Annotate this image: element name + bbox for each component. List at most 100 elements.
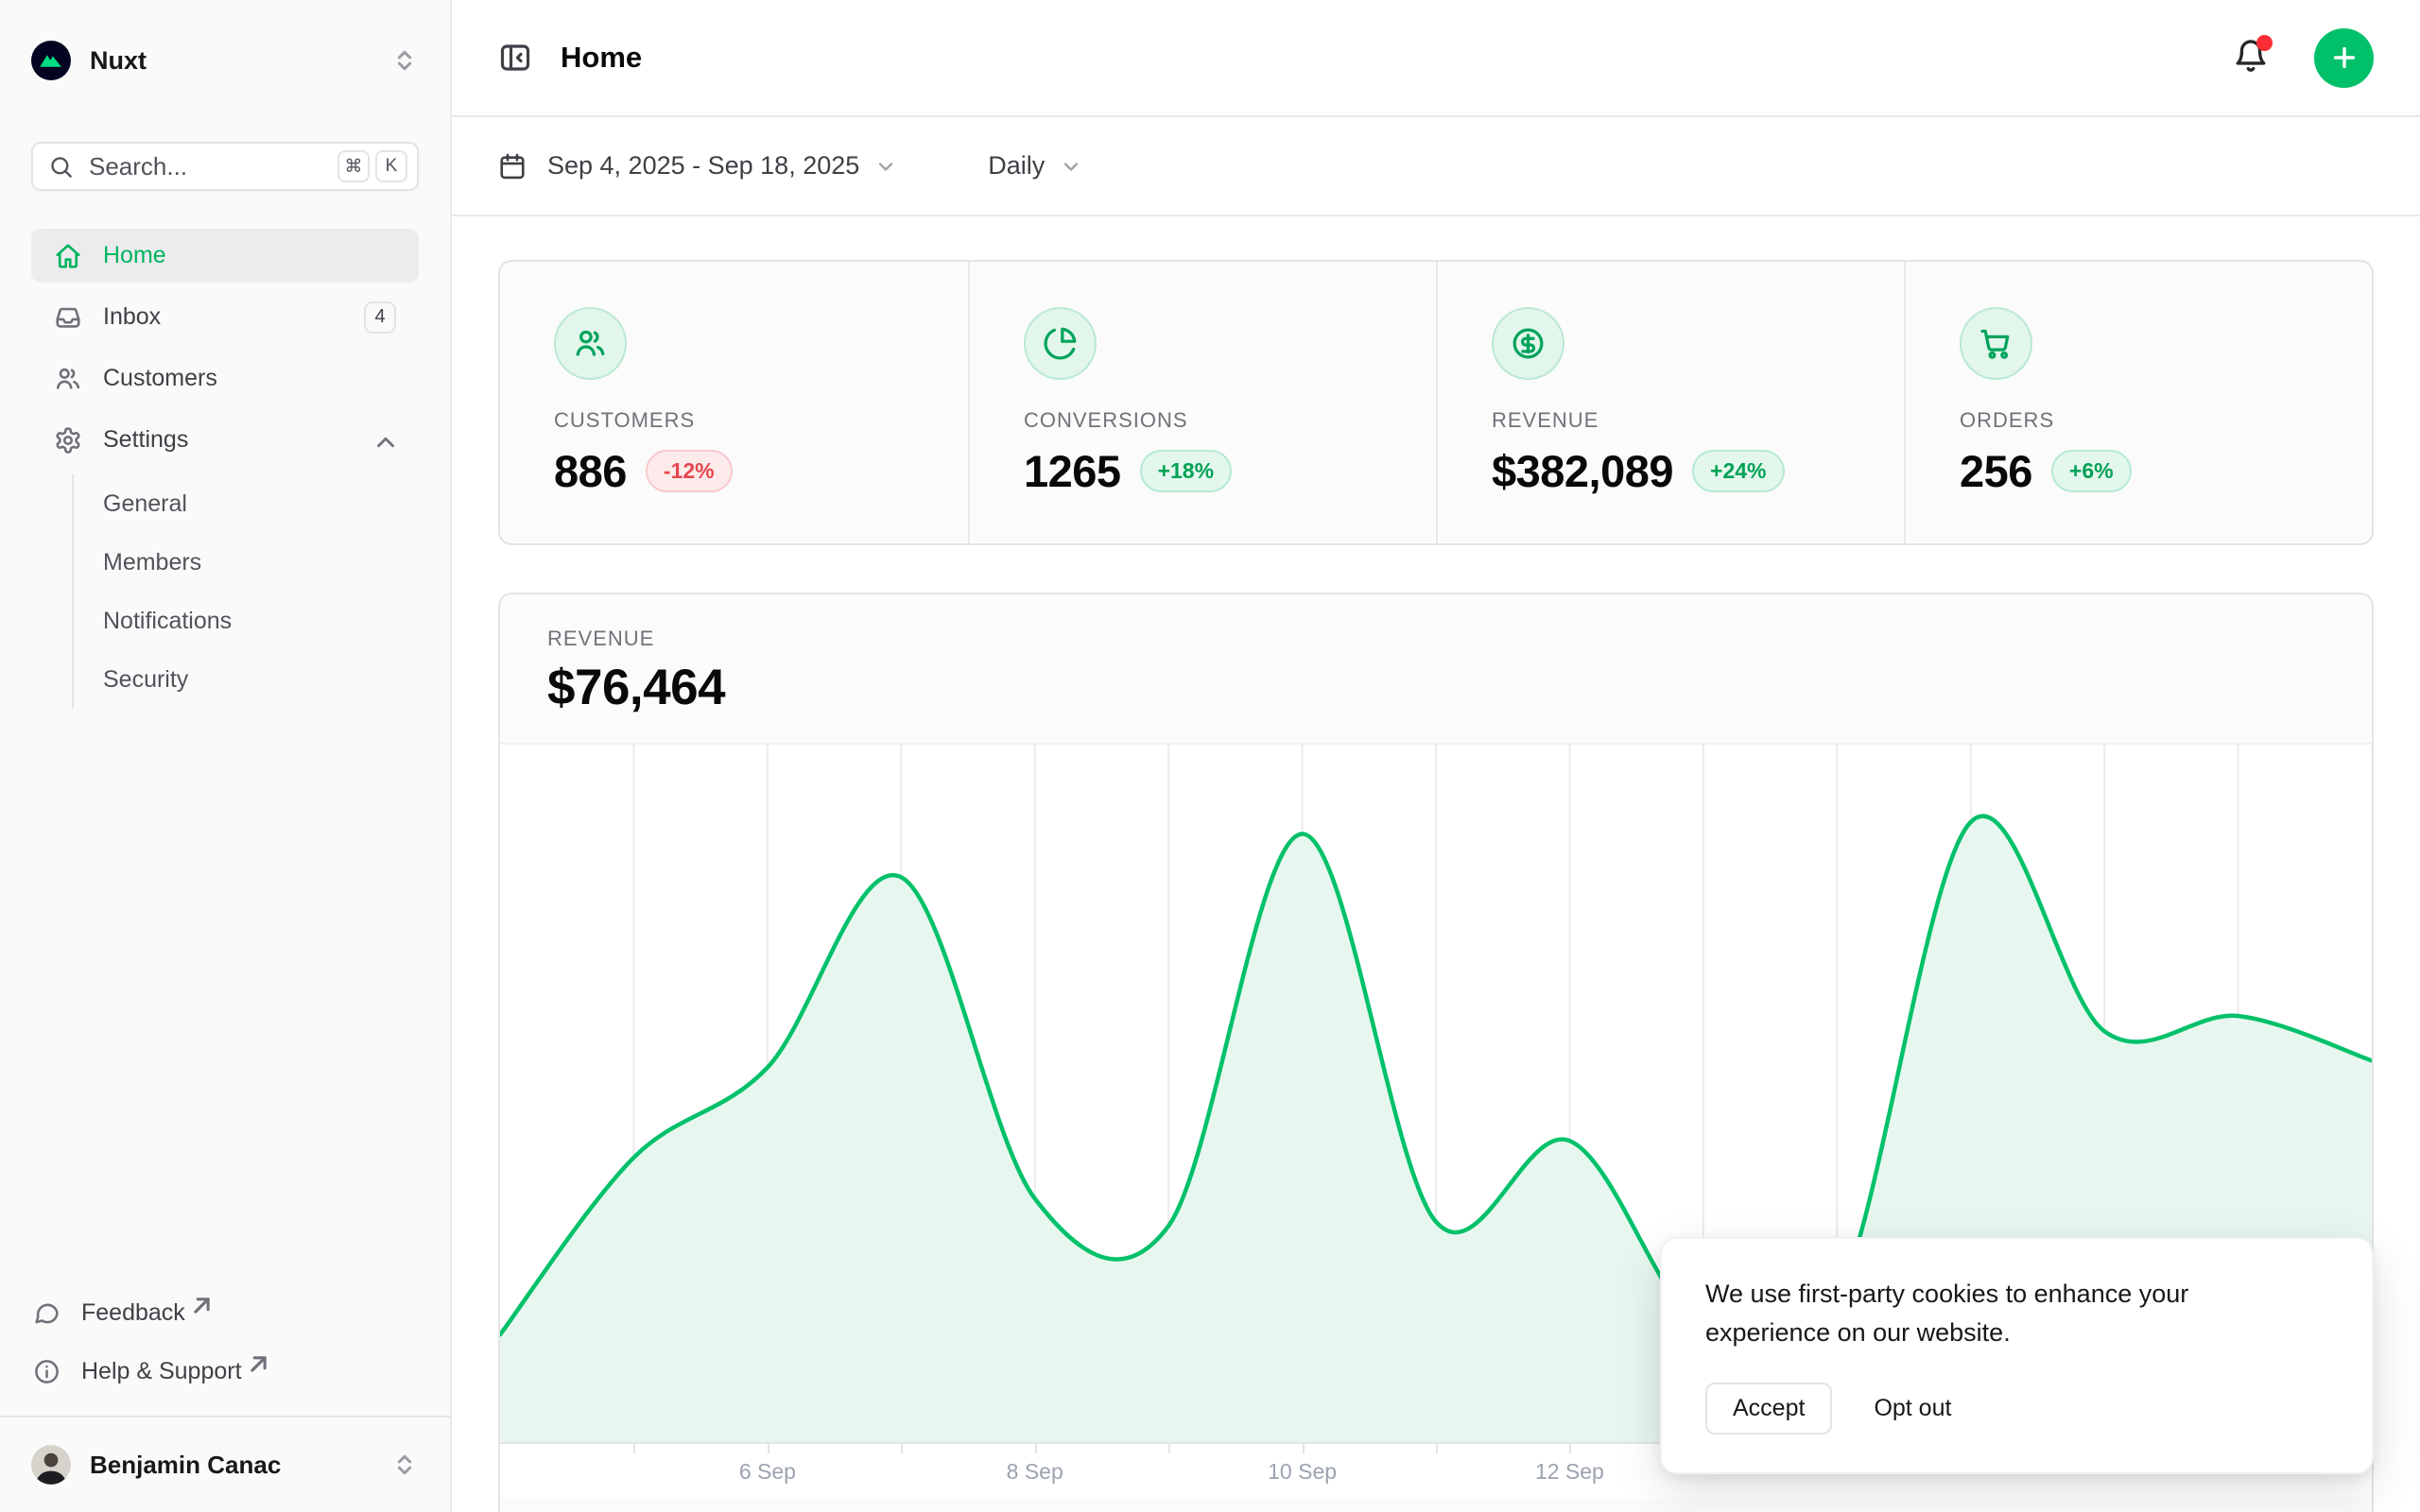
stat-delta-badge: +24% [1692, 450, 1784, 492]
stat-label: CUSTOMERS [554, 408, 968, 433]
notification-dot [2256, 35, 2273, 51]
sidebar-item-notifications[interactable]: Notifications [103, 592, 419, 650]
sidebar-item-label: Inbox [103, 303, 364, 331]
sidebar-item-label: Settings [103, 426, 372, 454]
page-header: Home [452, 0, 2420, 117]
sidebar-item-label: Home [103, 242, 396, 269]
inbox-count-badge: 4 [364, 301, 396, 334]
inbox-icon [54, 303, 82, 332]
stats-row: CUSTOMERS 886 -12% CONVERSIONS 1265 +18% [498, 260, 2374, 545]
feedback-link[interactable]: Feedback [31, 1283, 419, 1342]
team-switcher[interactable]: Nuxt [31, 21, 419, 100]
users-icon [54, 365, 82, 393]
calendar-icon [498, 152, 527, 180]
sidebar-item-general[interactable]: General [103, 474, 419, 533]
chevron-up-icon [372, 428, 396, 453]
stat-value: 1265 [1024, 445, 1121, 497]
search-icon [48, 154, 74, 180]
x-axis-tick [1436, 1443, 1438, 1453]
brand-name: Nuxt [90, 46, 390, 76]
message-bubble-icon [33, 1299, 60, 1327]
sidebar-nav: Home Inbox 4 Customers Settings General [31, 229, 419, 714]
x-axis-label: 10 Sep [1268, 1459, 1337, 1485]
x-axis-tick [1035, 1443, 1037, 1453]
stat-value: $382,089 [1492, 445, 1673, 497]
info-circle-icon [33, 1358, 60, 1385]
search-placeholder: Search... [89, 152, 332, 181]
kbd-command: ⌘ [337, 150, 370, 182]
arrow-up-right-icon [188, 1292, 216, 1319]
help-support-label: Help & Support [81, 1358, 242, 1385]
stat-conversions[interactable]: CONVERSIONS 1265 +18% [968, 262, 1436, 543]
sidebar-item-customers[interactable]: Customers [31, 352, 419, 405]
user-avatar [31, 1445, 71, 1485]
chart-header: REVENUE $76,464 [500, 594, 2372, 743]
sidebar-item-security[interactable]: Security [103, 650, 419, 709]
add-button[interactable] [2314, 28, 2374, 88]
main-area: Home Sep 4, 2025 - Sep 18, 2025 Daily [452, 0, 2420, 1512]
filter-toolbar: Sep 4, 2025 - Sep 18, 2025 Daily [452, 117, 2420, 216]
stat-customers[interactable]: CUSTOMERS 886 -12% [500, 262, 968, 543]
date-range-value: Sep 4, 2025 - Sep 18, 2025 [547, 151, 859, 180]
sidebar-item-inbox[interactable]: Inbox 4 [31, 290, 419, 344]
page-title: Home [561, 41, 2233, 75]
granularity-value: Daily [988, 151, 1045, 180]
home-icon [54, 242, 82, 270]
notifications-button[interactable] [2233, 38, 2269, 78]
opt-out-button[interactable]: Opt out [1874, 1395, 1951, 1422]
user-name: Benjamin Canac [90, 1451, 390, 1480]
kbd-k: K [375, 150, 407, 182]
sidebar-item-members[interactable]: Members [103, 533, 419, 592]
stat-delta-badge: +6% [2051, 450, 2132, 492]
chevron-down-icon [874, 155, 897, 178]
sidebar-item-home[interactable]: Home [31, 229, 419, 283]
stat-revenue[interactable]: REVENUE $382,089 +24% [1436, 262, 1904, 543]
plus-icon [2329, 43, 2360, 73]
stat-delta-badge: -12% [646, 450, 733, 492]
x-axis-label: 8 Sep [1007, 1459, 1063, 1485]
stat-orders[interactable]: ORDERS 256 +6% [1904, 262, 2372, 543]
cookie-banner: We use first-party cookies to enhance yo… [1660, 1237, 2374, 1474]
pie-chart-icon [1024, 307, 1097, 380]
sidebar-collapse-button[interactable] [498, 41, 532, 75]
x-axis-tick [1569, 1443, 1571, 1453]
x-axis-tick [901, 1443, 903, 1453]
cart-icon [1960, 307, 2032, 380]
search-input[interactable]: Search... ⌘ K [31, 142, 419, 191]
users-stat-icon [554, 307, 627, 380]
x-axis-tick [768, 1443, 769, 1453]
chevron-up-down-icon[interactable] [390, 1451, 419, 1479]
cookie-message: We use first-party cookies to enhance yo… [1705, 1275, 2301, 1352]
sidebar: Nuxt Search... ⌘ K Home Inbox 4 Cust [0, 0, 452, 1512]
chevron-up-down-icon[interactable] [390, 46, 419, 75]
chevron-down-icon [1060, 155, 1082, 178]
sidebar-footer: Feedback Help & Support Benjamin Canac [31, 1283, 419, 1512]
stat-value: 886 [554, 445, 627, 497]
stat-label: ORDERS [1960, 408, 2372, 433]
x-axis-tick [1303, 1443, 1305, 1453]
help-support-link[interactable]: Help & Support [31, 1342, 419, 1400]
gear-icon [54, 426, 82, 455]
x-axis-tick [633, 1443, 635, 1453]
chart-total: $76,464 [547, 659, 2325, 716]
stat-label: CONVERSIONS [1024, 408, 1436, 433]
accept-button[interactable]: Accept [1705, 1383, 1832, 1435]
user-menu[interactable]: Benjamin Canac [31, 1418, 419, 1512]
x-axis-label: 12 Sep [1535, 1459, 1604, 1485]
dollar-circle-icon [1492, 307, 1564, 380]
granularity-select[interactable]: Daily [988, 151, 1082, 180]
x-axis-tick [1168, 1443, 1170, 1453]
x-axis-label: 6 Sep [739, 1459, 796, 1485]
settings-submenu: General Members Notifications Security [72, 474, 419, 709]
feedback-label: Feedback [81, 1299, 185, 1327]
date-range-picker[interactable]: Sep 4, 2025 - Sep 18, 2025 [498, 151, 897, 180]
chart-label: REVENUE [547, 627, 2325, 651]
stat-delta-badge: +18% [1140, 450, 1232, 492]
sidebar-item-label: Customers [103, 365, 396, 392]
stat-label: REVENUE [1492, 408, 1904, 433]
app-window: Nuxt Search... ⌘ K Home Inbox 4 Cust [0, 0, 2420, 1512]
arrow-up-right-icon [245, 1350, 272, 1378]
panel-collapse-icon [498, 41, 532, 75]
nuxt-logo-icon [31, 41, 71, 80]
sidebar-item-settings[interactable]: Settings [31, 413, 419, 467]
